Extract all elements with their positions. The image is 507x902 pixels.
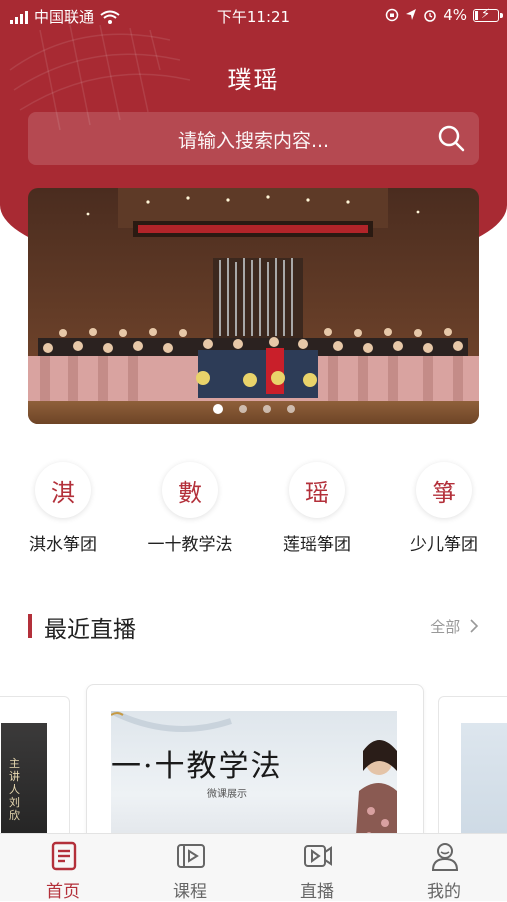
category-label: 淇水筝团 xyxy=(29,535,97,555)
live-thumbnail xyxy=(461,723,507,844)
carousel-dot[interactable] xyxy=(238,405,247,413)
carousel-dot[interactable] xyxy=(262,405,271,413)
tab-label: 直播 xyxy=(300,882,334,902)
jiao-seal-icon: 數 xyxy=(162,462,218,518)
recent-live-header: 最近直播 全部 xyxy=(28,608,479,644)
zheng-seal-icon: 箏 xyxy=(416,462,472,518)
course-video-icon xyxy=(177,844,205,868)
tab-label: 我的 xyxy=(427,882,461,902)
section-accent-bar xyxy=(28,614,32,638)
live-card-subtitle: 微课展示 xyxy=(207,789,247,800)
battery-percent: 4% xyxy=(443,6,467,24)
tab-bar: 首页 课程 直播 我的 xyxy=(0,833,507,902)
category-label: 少儿筝团 xyxy=(410,535,478,555)
view-all-label: 全部 xyxy=(430,618,461,636)
live-card[interactable]: 一·十教学法 微课展示 xyxy=(86,684,424,844)
status-bar: 中国联通 下午11:21 4% ⚡ xyxy=(0,0,507,32)
chevron-right-icon xyxy=(470,619,479,633)
battery-icon: ⚡ xyxy=(473,7,503,22)
tab-courses[interactable]: 课程 xyxy=(127,834,253,902)
tab-home[interactable]: 首页 xyxy=(0,834,126,902)
search-bar[interactable]: 请输入搜索内容... xyxy=(28,112,479,165)
live-card-text: 主讲人刘欣 xyxy=(9,757,20,822)
rotation-lock-icon xyxy=(385,8,399,22)
tab-live[interactable]: 直播 xyxy=(254,834,380,902)
section-title: 最近直播 xyxy=(44,617,136,643)
banner-carousel[interactable] xyxy=(28,188,479,424)
live-card-next[interactable] xyxy=(438,696,507,844)
yao-seal-icon: 瑶 xyxy=(289,462,345,518)
search-icon[interactable] xyxy=(437,124,465,152)
tab-profile[interactable]: 我的 xyxy=(381,834,507,902)
tab-label: 首页 xyxy=(46,882,80,902)
category-yishi-method[interactable]: 數 一十教学法 xyxy=(127,462,253,555)
category-label: 莲瑶筝团 xyxy=(283,535,351,555)
live-thumbnail xyxy=(1,723,47,844)
carousel-dot[interactable] xyxy=(286,405,295,413)
location-icon xyxy=(406,9,417,20)
category-lianyao[interactable]: 瑶 莲瑶筝团 xyxy=(254,462,380,555)
qishui-seal-icon: 淇 xyxy=(35,462,91,518)
user-profile-icon xyxy=(431,843,459,871)
live-card-prev[interactable]: 主讲人刘欣 xyxy=(0,696,70,844)
tab-label: 课程 xyxy=(173,882,207,902)
live-card-title: 一·十教学法 xyxy=(111,749,283,784)
live-camera-icon xyxy=(304,845,332,867)
category-grid: 淇 淇水筝团 數 一十教学法 瑶 莲瑶筝团 箏 少儿筝团 xyxy=(0,462,507,562)
category-qishui[interactable]: 淇 淇水筝团 xyxy=(0,462,126,555)
banner-image xyxy=(28,188,479,424)
category-label: 一十教学法 xyxy=(147,535,233,555)
carousel-dots xyxy=(28,404,479,414)
status-right: 4% ⚡ xyxy=(385,6,503,24)
search-input[interactable]: 请输入搜索内容... xyxy=(28,126,479,153)
alarm-icon xyxy=(424,10,436,22)
view-all-link[interactable]: 全部 xyxy=(430,616,479,637)
live-carousel: 主讲人刘欣 一·十教学法 微课展示 xyxy=(0,684,507,844)
home-doc-icon xyxy=(51,841,77,871)
category-children[interactable]: 箏 少儿筝团 xyxy=(381,462,507,555)
page-title: 璞瑶 xyxy=(227,66,280,94)
carousel-dot-active[interactable] xyxy=(212,404,223,414)
